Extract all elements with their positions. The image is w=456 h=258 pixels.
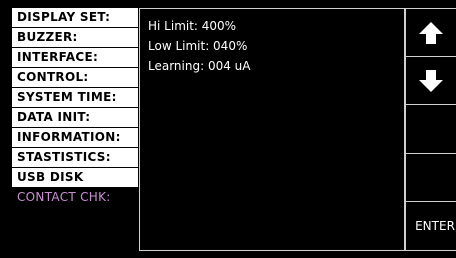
- menu-item-control[interactable]: CONTROL:: [12, 68, 138, 87]
- enter-label: ENTER: [415, 218, 455, 233]
- down-arrow-icon: [419, 69, 443, 92]
- softkey-4[interactable]: [405, 153, 456, 202]
- menu-item-data-init[interactable]: DATA INIT:: [12, 108, 138, 127]
- menu-item-buzzer[interactable]: BUZZER:: [12, 28, 138, 47]
- menu-item-display-set[interactable]: DISPLAY SET:: [12, 8, 138, 27]
- enter-button[interactable]: ENTER: [405, 201, 456, 250]
- softkey-3[interactable]: [405, 105, 456, 154]
- menu-item-interface[interactable]: INTERFACE:: [12, 48, 138, 67]
- menu-item-contact-chk[interactable]: CONTACT CHK:: [12, 188, 138, 207]
- menu-item-information[interactable]: INFORMATION:: [12, 128, 138, 147]
- up-arrow-icon: [419, 21, 443, 44]
- up-button[interactable]: [405, 9, 456, 58]
- down-button[interactable]: [405, 57, 456, 106]
- menu-item-statistics[interactable]: STASTISTICS:: [12, 148, 138, 167]
- contact-check-panel: Hi Limit: 400% Low Limit: 040% Learning:…: [139, 8, 405, 251]
- settings-menu: DISPLAY SET: BUZZER: INTERFACE: CONTROL:…: [12, 8, 138, 208]
- menu-item-usb-disk[interactable]: USB DISK: [12, 168, 138, 187]
- menu-item-system-time[interactable]: SYSTEM TIME:: [12, 88, 138, 107]
- low-limit-value[interactable]: Low Limit: 040%: [148, 36, 404, 56]
- learning-value[interactable]: Learning: 004 uA: [148, 56, 404, 76]
- softkey-column: ENTER: [405, 8, 456, 251]
- hi-limit-value[interactable]: Hi Limit: 400%: [148, 16, 404, 36]
